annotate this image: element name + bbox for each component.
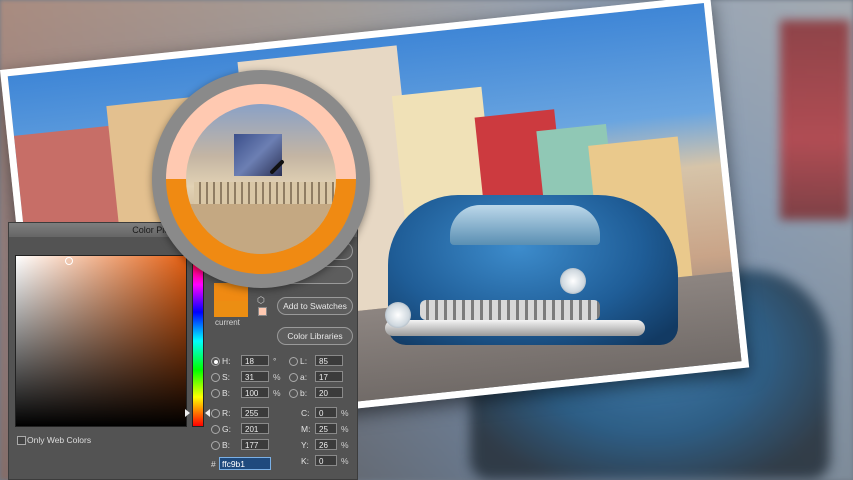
red-radio[interactable] [211, 409, 220, 418]
yellow-unit: % [341, 440, 349, 450]
current-label: current [215, 318, 240, 327]
cyan-row: C: 0 % [301, 407, 355, 419]
blue-row: B: 177 [211, 439, 281, 451]
brightness-input[interactable]: 100 [241, 387, 269, 398]
magenta-input[interactable]: 25 [315, 423, 337, 434]
magenta-label: M: [301, 424, 311, 434]
hue-unit: ° [273, 356, 277, 366]
car-bumper [385, 320, 645, 336]
red-input[interactable]: 255 [241, 407, 269, 418]
hue-label: H: [222, 356, 231, 366]
magnified-wall [186, 204, 336, 254]
saturation-label: S: [222, 372, 231, 382]
cyan-unit: % [341, 408, 349, 418]
hue-slider-handle-left[interactable] [185, 409, 190, 417]
hue-row: H: 18 ° [211, 355, 281, 367]
lab-l-row: L: 85 [289, 355, 353, 367]
hue-radio[interactable] [211, 357, 220, 366]
blue-input[interactable]: 177 [241, 439, 269, 450]
sample-ring [166, 84, 356, 274]
lab-l-label: L: [300, 356, 308, 366]
green-radio[interactable] [211, 425, 220, 434]
green-label: G: [222, 424, 231, 434]
lab-b-radio[interactable] [289, 389, 298, 398]
car-headlight [385, 302, 411, 328]
cyan-label: C: [301, 408, 310, 418]
lab-l-input[interactable]: 85 [315, 355, 343, 366]
brightness-label: B: [222, 388, 231, 398]
yellow-input[interactable]: 26 [315, 439, 337, 450]
saturation-radio[interactable] [211, 373, 220, 382]
background-flags [780, 20, 850, 220]
lab-b-row: b: 20 [289, 387, 353, 399]
black-label: K: [301, 456, 310, 466]
current-color-swatch[interactable] [214, 301, 248, 317]
only-web-colors-label: Only Web Colors [27, 435, 92, 445]
blue-radio[interactable] [211, 441, 220, 450]
green-input[interactable]: 201 [241, 423, 269, 434]
saturation-input[interactable]: 31 [241, 371, 269, 382]
saturation-unit: % [273, 372, 281, 382]
lab-a-input[interactable]: 17 [315, 371, 343, 382]
web-safe-color-swatch[interactable] [258, 307, 267, 316]
saturation-row: S: 31 % [211, 371, 281, 383]
add-to-swatches-button[interactable]: Add to Swatches [277, 297, 353, 315]
car-windshield [450, 205, 600, 245]
lab-b-input[interactable]: 20 [315, 387, 343, 398]
brightness-radio[interactable] [211, 389, 220, 398]
black-unit: % [341, 456, 349, 466]
blue-label: B: [222, 440, 231, 450]
lab-l-radio[interactable] [289, 357, 298, 366]
color-libraries-button[interactable]: Color Libraries [277, 327, 353, 345]
cube-icon[interactable]: ⬡ [257, 295, 265, 306]
color-field[interactable] [15, 255, 187, 427]
hue-slider-handle-right[interactable] [205, 409, 210, 417]
hex-hash-label: # [211, 459, 216, 469]
lab-b-label: b: [300, 388, 308, 398]
hue-input[interactable]: 18 [241, 355, 269, 366]
magnifier-loupe [152, 70, 370, 288]
only-web-colors-checkbox[interactable] [17, 436, 26, 445]
car-grille [420, 300, 600, 320]
hex-input[interactable]: ffc9b1 [219, 457, 271, 470]
red-label: R: [222, 408, 231, 418]
lab-a-label: a: [300, 372, 308, 382]
black-input[interactable]: 0 [315, 455, 337, 466]
red-row: R: 255 [211, 407, 281, 419]
magnified-balcony [194, 182, 334, 204]
hue-slider[interactable] [192, 255, 204, 427]
lab-a-row: a: 17 [289, 371, 353, 383]
lab-a-radio[interactable] [289, 373, 298, 382]
cyan-input[interactable]: 0 [315, 407, 337, 418]
magnified-image [186, 104, 336, 254]
car-headlight [560, 268, 586, 294]
green-row: G: 201 [211, 423, 281, 435]
brightness-unit: % [273, 388, 281, 398]
yellow-row: Y: 26 % [301, 439, 355, 451]
black-row: K: 0 % [301, 455, 355, 467]
magenta-row: M: 25 % [301, 423, 355, 435]
yellow-label: Y: [301, 440, 309, 450]
magenta-unit: % [341, 424, 349, 434]
color-field-marker[interactable] [65, 257, 73, 265]
brightness-row: B: 100 % [211, 387, 281, 399]
